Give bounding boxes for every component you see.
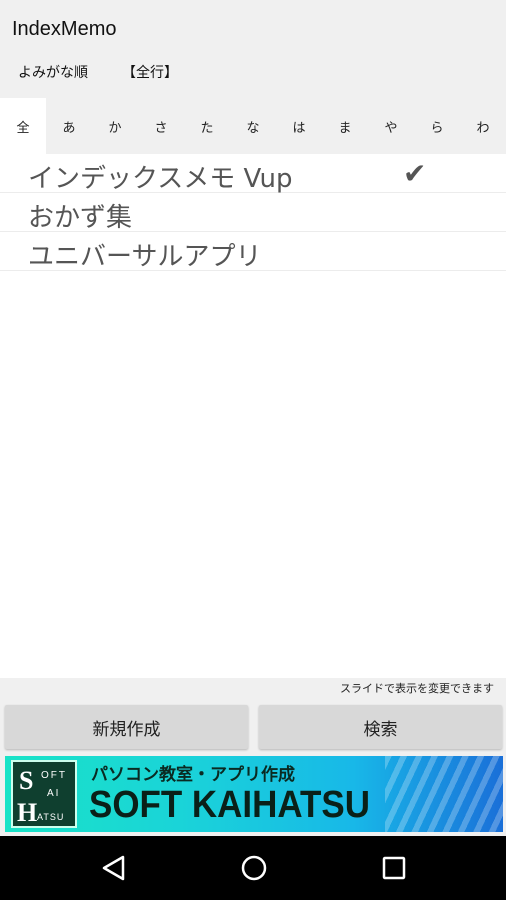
logo-letter: AI [47,788,61,799]
kana-tab-na[interactable]: な [230,98,276,154]
logo-letter: H [17,798,38,827]
kana-tab-ha[interactable]: は [276,98,322,154]
sort-bar: よみがな順 【全行】 [0,60,506,98]
home-icon[interactable] [236,850,272,886]
kana-tab-all[interactable]: 全 [0,98,46,154]
sort-mode-toggle[interactable]: よみがな順 [18,62,88,82]
memo-title: ユニバーサルアプリ [28,242,262,272]
app-title: IndexMemo [12,18,117,40]
memo-list: インデックスメモ Vup ✔ おかず集 ユニバーサルアプリ [0,154,506,678]
soft-kaihatsu-logo: S OFT AI H ATSU [11,760,77,828]
new-memo-button[interactable]: 新規作成 [5,705,248,749]
search-button[interactable]: 検索 [259,705,502,749]
memo-list-item[interactable]: おかず集 [0,193,506,233]
hint-area: スライドで表示を変更できます [0,678,506,700]
check-icon: ✔ [403,157,427,190]
ad-tagline: パソコン教室・アプリ作成 [91,765,295,785]
kana-tab-ka[interactable]: か [92,98,138,154]
ad-decoration [385,756,503,832]
kana-tab-ta[interactable]: た [184,98,230,154]
button-bar: 新規作成 検索 [0,700,506,752]
kana-tab-sa[interactable]: さ [138,98,184,154]
title-bar: IndexMemo [0,0,506,60]
kana-tab-wa[interactable]: わ [460,98,506,154]
ad-banner[interactable]: S OFT AI H ATSU パソコン教室・アプリ作成 SOFT KAIHAT… [5,756,503,832]
ad-company-name: SOFT KAIHATSU [89,784,370,826]
logo-letter: ATSU [37,812,65,822]
memo-title: おかず集 [28,203,133,233]
row-filter-toggle[interactable]: 【全行】 [122,62,178,82]
kana-tab-a[interactable]: あ [46,98,92,154]
memo-title: インデックスメモ Vup [28,164,293,194]
memo-list-item[interactable]: インデックスメモ Vup ✔ [0,154,506,194]
back-icon[interactable] [96,850,132,886]
memo-list-item[interactable]: ユニバーサルアプリ [0,232,506,272]
slide-hint: スライドで表示を変更できます [340,682,494,695]
kana-tab-ra[interactable]: ら [414,98,460,154]
kana-index-tabs: 全 あ か さ た な は ま や ら わ [0,98,506,154]
recent-apps-icon[interactable] [376,850,412,886]
logo-letter: S [19,766,34,795]
kana-tab-ma[interactable]: ま [322,98,368,154]
logo-letter: OFT [41,770,67,781]
system-nav-bar [0,836,506,900]
kana-tab-ya[interactable]: や [368,98,414,154]
